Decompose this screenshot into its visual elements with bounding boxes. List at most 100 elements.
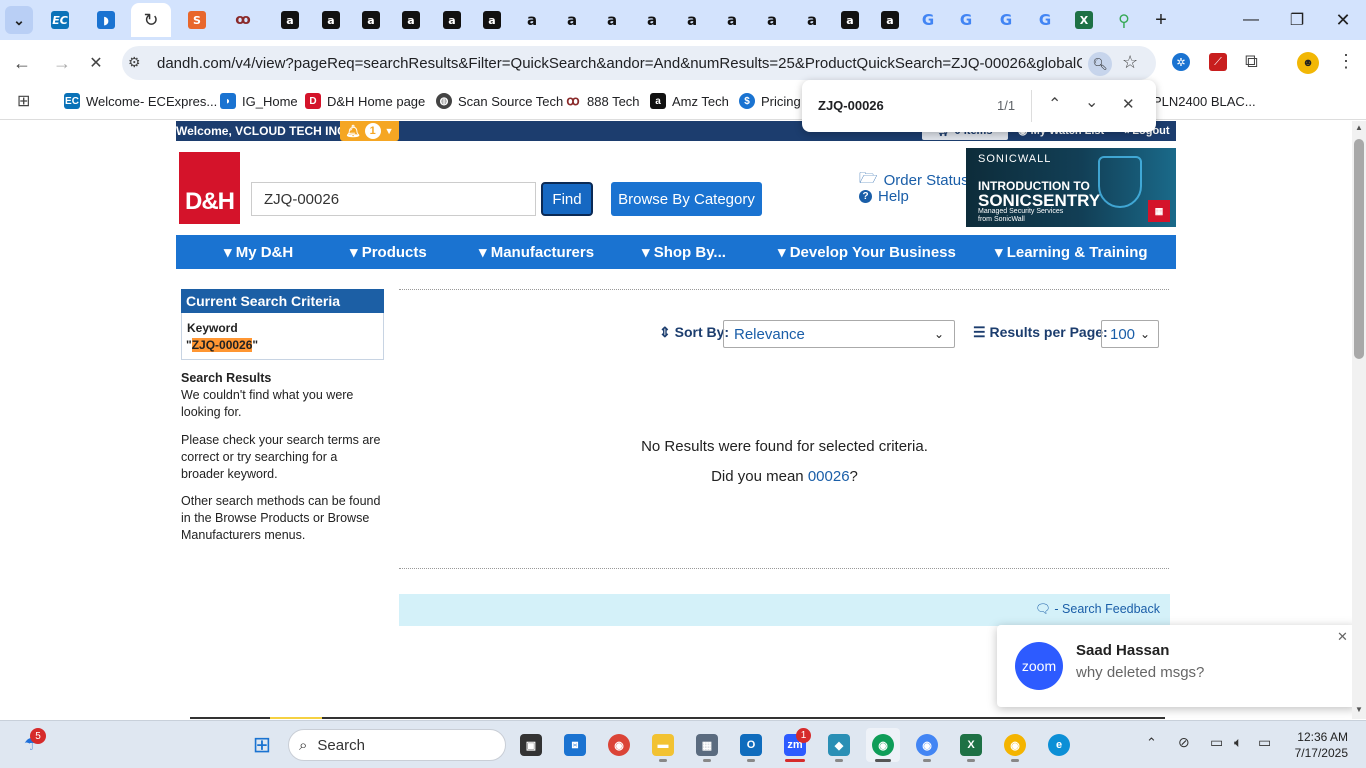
- help-link[interactable]: ? Help: [859, 188, 909, 205]
- tab-amazon-2[interactable]: a: [311, 3, 351, 37]
- taskbar-chrome-profile-1[interactable]: ◉: [866, 728, 900, 762]
- pdf-extension-icon[interactable]: ⟋: [1209, 53, 1227, 71]
- sonicwall-ad-banner[interactable]: SONICWALL INTRODUCTION TO SONICSENTRY Ma…: [966, 148, 1176, 227]
- page-scrollbar[interactable]: ▲ ▼: [1352, 121, 1366, 719]
- tab-amazon-13[interactable]: a: [752, 3, 792, 37]
- nav-products[interactable]: ▾ Products: [350, 243, 427, 261]
- maximize-button[interactable]: ❐: [1274, 0, 1320, 40]
- clock[interactable]: 12:36 AM 7/17/2025: [1286, 730, 1348, 760]
- network-off-icon[interactable]: ⊘: [1178, 734, 1190, 751]
- tab-amazon-1[interactable]: a: [270, 3, 310, 37]
- scrollbar-thumb[interactable]: [1354, 139, 1364, 359]
- bookmark-ig-home[interactable]: ◗ IG_Home: [220, 91, 298, 111]
- bookmark-pricing[interactable]: $ Pricing: [739, 91, 801, 111]
- notifications-button[interactable]: 🔔︎ 1 ▼: [340, 121, 399, 141]
- tab-amazon-7[interactable]: a: [512, 3, 552, 37]
- bookmark-dh-home[interactable]: D D&H Home page: [305, 91, 425, 111]
- tab-amazon-9[interactable]: a: [592, 3, 632, 37]
- tab-amazon-16[interactable]: a: [870, 3, 910, 37]
- taskbar-chrome-profile-3[interactable]: ◉: [998, 728, 1032, 762]
- tab-google-4[interactable]: G: [1025, 3, 1065, 37]
- tab-amazon-11[interactable]: a: [672, 3, 712, 37]
- extension-icon[interactable]: ✲: [1172, 53, 1190, 71]
- battery-icon[interactable]: ▭: [1258, 734, 1271, 751]
- product-search-input[interactable]: ZJQ-00026: [251, 182, 536, 216]
- tab-google-3[interactable]: G: [986, 3, 1026, 37]
- search-feedback-link[interactable]: 🗨︎ - Search Feedback: [1035, 602, 1160, 617]
- taskbar-chrome[interactable]: ◉: [602, 728, 636, 762]
- bookmark-overflow[interactable]: PLN2400 BLAC...: [1153, 91, 1256, 111]
- nav-my-dh[interactable]: ▾ My D&H: [224, 243, 293, 261]
- bookmark-star-icon[interactable]: ☆: [1122, 52, 1138, 73]
- apps-grid-icon[interactable]: ⊞: [17, 91, 30, 111]
- taskbar-edge[interactable]: e: [1042, 728, 1076, 762]
- stop-button[interactable]: ✕: [81, 48, 111, 78]
- tab-excel[interactable]: X: [1064, 3, 1104, 37]
- tray-overflow-icon[interactable]: ⌃: [1146, 735, 1157, 751]
- tab-amazon-8[interactable]: a: [552, 3, 592, 37]
- results-per-page-select[interactable]: 100 ⌄: [1101, 320, 1159, 348]
- tab-scansource[interactable]: S: [177, 3, 217, 37]
- taskbar-outlook[interactable]: O: [734, 728, 768, 762]
- nav-develop-your-business[interactable]: ▾ Develop Your Business: [778, 243, 956, 261]
- tab-google-2[interactable]: G: [946, 3, 986, 37]
- tab-amazon-12[interactable]: a: [712, 3, 752, 37]
- extensions-puzzle-icon[interactable]: ⧉: [1245, 51, 1258, 72]
- suggestion-link[interactable]: 00026: [808, 468, 850, 485]
- taskbar-excel[interactable]: X: [954, 728, 988, 762]
- taskbar-app-diamond[interactable]: ◆: [822, 728, 856, 762]
- bookmark-amz[interactable]: a Amz Tech: [650, 91, 729, 111]
- tab-amazon-4[interactable]: a: [391, 3, 431, 37]
- nav-manufacturers[interactable]: ▾ Manufacturers: [479, 243, 594, 261]
- tab-amazon-15[interactable]: a: [830, 3, 870, 37]
- tab-amazon-6[interactable]: a: [472, 3, 512, 37]
- nav-shop-by[interactable]: ▾ Shop By...: [642, 243, 726, 261]
- find-previous-button[interactable]: ⌃: [1048, 94, 1061, 114]
- find-close-button[interactable]: ✕: [1122, 95, 1135, 113]
- find-button[interactable]: Find: [541, 182, 593, 216]
- toast-close-button[interactable]: ✕: [1337, 629, 1348, 645]
- tab-888[interactable]: ꝏ: [223, 3, 263, 37]
- tab-amazon-5[interactable]: a: [432, 3, 472, 37]
- tab-search-button[interactable]: ⌄: [5, 6, 33, 34]
- dh-logo[interactable]: D&H: [179, 152, 240, 224]
- tab-maps[interactable]: ⚲: [1104, 3, 1144, 37]
- taskbar-store[interactable]: ⧈: [558, 728, 592, 762]
- taskbar-calculator[interactable]: ▦: [690, 728, 724, 762]
- zoom-notification[interactable]: zoom Saad Hassan why deleted msgs? ✕: [997, 625, 1357, 707]
- tab-amazon-14[interactable]: a: [792, 3, 832, 37]
- forward-button[interactable]: →: [47, 48, 77, 78]
- new-tab-button[interactable]: +: [1147, 6, 1175, 34]
- close-window-button[interactable]: ✕: [1320, 0, 1366, 40]
- scroll-down-icon[interactable]: ▼: [1355, 705, 1363, 714]
- bookmark-ecexpress[interactable]: EC Welcome- ECExpres...: [64, 91, 217, 111]
- bookmark-888[interactable]: ꝏ 888 Tech: [565, 91, 639, 111]
- url-text[interactable]: dandh.com/v4/view?pageReq=searchResults&…: [157, 55, 1082, 72]
- tab-google-1[interactable]: G: [908, 3, 948, 37]
- nav-learning-training[interactable]: ▾ Learning & Training: [995, 243, 1148, 261]
- tab-amazon-10[interactable]: a: [632, 3, 672, 37]
- taskbar-chrome-profile-2[interactable]: ◉: [910, 728, 944, 762]
- volume-mute-icon[interactable]: 🔈︎: [1234, 734, 1242, 751]
- minimize-button[interactable]: —: [1228, 0, 1274, 40]
- tab-ecexpress[interactable]: EC: [40, 3, 80, 37]
- find-next-button[interactable]: ⌄: [1085, 92, 1098, 112]
- browse-by-category-button[interactable]: Browse By Category: [611, 182, 762, 216]
- back-button[interactable]: ←: [7, 48, 37, 78]
- bookmark-scansource[interactable]: ◍ Scan Source Tech: [436, 91, 563, 111]
- tab-amazon-3[interactable]: a: [351, 3, 391, 37]
- find-input[interactable]: ZJQ-00026: [818, 98, 884, 113]
- find-in-page-icon[interactable]: 🔍︎: [1088, 52, 1112, 76]
- display-icon[interactable]: ▭: [1210, 734, 1223, 751]
- tab-dandh-active[interactable]: ↻: [131, 3, 171, 37]
- start-button[interactable]: ⊞: [245, 728, 279, 762]
- menu-kebab-icon[interactable]: ⋮: [1337, 51, 1355, 72]
- taskbar-explorer[interactable]: ▬: [646, 728, 680, 762]
- sort-by-select[interactable]: Relevance ⌄: [723, 320, 955, 348]
- profile-avatar[interactable]: ☻: [1297, 52, 1319, 74]
- tab-ig[interactable]: ◗: [86, 3, 126, 37]
- taskbar-search[interactable]: ⌕ Search: [288, 729, 506, 761]
- taskbar-task-view[interactable]: ▣: [514, 728, 548, 762]
- site-info-icon[interactable]: ⚙: [128, 54, 141, 71]
- scroll-up-icon[interactable]: ▲: [1355, 123, 1363, 132]
